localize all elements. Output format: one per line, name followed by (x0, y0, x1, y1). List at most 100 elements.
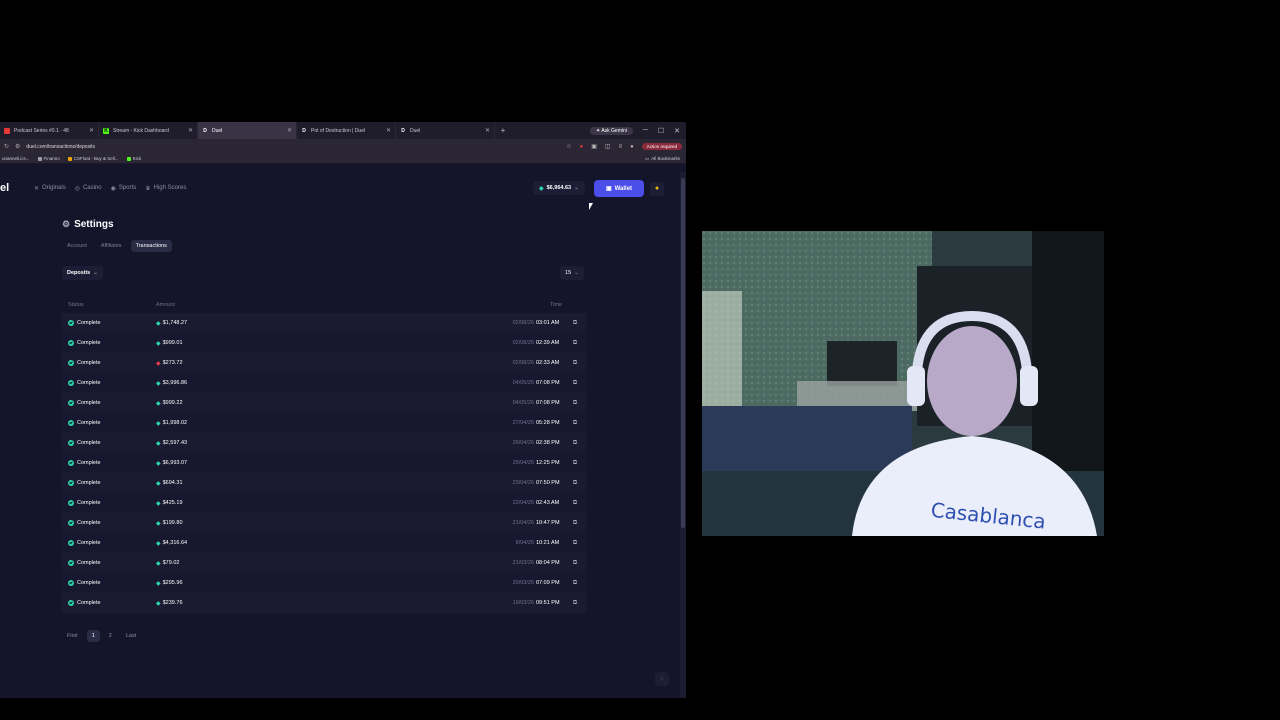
close-icon[interactable]: ✕ (386, 127, 391, 134)
page-last[interactable]: Last (121, 630, 141, 642)
status-cell: Complete (62, 420, 156, 426)
check-circle-icon (68, 380, 74, 386)
table-row: Complete ◆ $199.80 21/04/26 10:47 PM ⧉ (62, 513, 586, 533)
folder-icon: ▭ (644, 155, 650, 161)
close-icon[interactable]: ✕ (485, 127, 490, 134)
balance-selector[interactable]: ◆ $6,964.63 ⌄ (533, 181, 585, 195)
close-icon[interactable]: ✕ (287, 127, 292, 134)
status-text: Complete (77, 600, 101, 606)
table-row: Complete ◆ $1,998.02 27/04/26 05:28 PM ⧉ (62, 413, 586, 433)
coin-icon: ◆ (156, 480, 161, 487)
url-field[interactable]: duel.com/transactions/deposits (26, 144, 560, 150)
minimize-icon[interactable]: ─ (643, 127, 648, 134)
bookmark[interactable]: Finanno (37, 156, 60, 161)
sports-icon: ◉ (110, 185, 116, 192)
amount-cell: ◆ $1,748.27 (156, 320, 504, 327)
table-row: Complete ◆ $425.19 22/04/26 02:43 AM ⧉ (62, 493, 586, 513)
status-text: Complete (77, 480, 101, 486)
external-link-icon[interactable]: ⧉ (564, 560, 586, 567)
ask-gemini-button[interactable]: ✦ Ask Gemini (590, 126, 633, 135)
time-text: 02:33 AM (536, 360, 560, 366)
bookmark[interactable]: unanneli.ics... (2, 156, 30, 161)
x-icon: ✕ (34, 185, 40, 192)
all-bookmarks[interactable]: ▭ All Bookmarks (645, 156, 684, 162)
table-header: Status Amount Time (62, 297, 586, 313)
close-icon[interactable]: ✕ (89, 127, 94, 134)
wallet-button[interactable]: ▣ Wallet (594, 180, 644, 197)
status-text: Complete (77, 420, 101, 426)
status-cell: Complete (62, 480, 156, 486)
external-link-icon[interactable]: ⧉ (564, 540, 586, 547)
per-page-dropdown[interactable]: 15 ⌄ (560, 266, 584, 280)
chat-icon[interactable]: ◌ (655, 672, 669, 686)
user-avatar-icon[interactable]: ● (650, 182, 664, 196)
bookmark[interactable]: Kick (126, 156, 141, 161)
check-circle-icon (68, 480, 74, 486)
puzzle-icon[interactable]: ◫ (605, 143, 611, 150)
page-1[interactable]: 1 (86, 630, 100, 642)
tab-account[interactable]: Account (62, 240, 92, 252)
external-link-icon[interactable]: ⧉ (564, 360, 586, 367)
site-info-icon[interactable]: ⚙ (15, 143, 20, 150)
gear-icon: ⚙ (62, 219, 71, 229)
amount-cell: ◆ $3,996.86 (156, 380, 504, 387)
external-link-icon[interactable]: ⧉ (564, 500, 586, 507)
status-cell: Complete (62, 360, 156, 366)
table-row: Complete ◆ $694.31 23/04/26 07:50 PM ⧉ (62, 473, 586, 493)
profile-icon[interactable]: ● (630, 144, 634, 150)
close-icon[interactable]: ✕ (188, 127, 193, 134)
tab-bar: Podcast Series #0.1 · 48 ✕ K Stream - Ki… (0, 122, 686, 139)
time-text: 10:47 PM (536, 520, 560, 526)
coin-icon: ◆ (156, 540, 161, 547)
nav-sports[interactable]: ◉ Sports (111, 185, 137, 192)
browser-tab-active[interactable]: D Duel ✕ (198, 122, 297, 139)
external-link-icon[interactable]: ⧉ (564, 520, 586, 527)
browser-tab[interactable]: Podcast Series #0.1 · 48 ✕ (0, 122, 99, 139)
external-link-icon[interactable]: ⧉ (564, 420, 586, 427)
time-text: 07:50 PM (536, 480, 560, 486)
all-bookmarks-label: All Bookmarks (651, 156, 680, 161)
nav-casino[interactable]: ◎ Casino (75, 185, 102, 192)
translate-icon[interactable]: ▣ (591, 143, 597, 150)
bookmark[interactable]: CSFloat - Buy & Sell... (67, 156, 119, 161)
coin-icon: ◆ (156, 560, 161, 567)
transactions-table: Status Amount Time Complete ◆ $1,748.27 02/… (62, 297, 586, 613)
scrollbar[interactable] (680, 172, 686, 698)
date-text: 22/04/26 (512, 500, 534, 506)
scrollbar-thumb[interactable] (681, 178, 685, 528)
nav-originals[interactable]: ✕ Originals (34, 185, 66, 192)
browser-tab[interactable]: K Stream - Kick Dashboard ✕ (99, 122, 198, 139)
nav-high-scores[interactable]: ♛ High Scores (145, 185, 186, 192)
close-window-icon[interactable]: ✕ (674, 127, 680, 135)
transaction-type-dropdown[interactable]: Deposits ⌄ (62, 266, 103, 280)
amount-cell: ◆ $1,998.02 (156, 420, 504, 427)
external-link-icon[interactable]: ⧉ (564, 320, 586, 327)
new-tab-button[interactable]: + (495, 126, 511, 135)
page-2[interactable]: 2 (104, 630, 117, 642)
browser-tab[interactable]: D Pot of Destruction | Duel ✕ (297, 122, 396, 139)
external-link-icon[interactable]: ⧉ (564, 440, 586, 447)
amount-cell: ◆ $694.31 (156, 480, 504, 487)
external-link-icon[interactable]: ⧉ (564, 400, 586, 407)
table-row: Complete ◆ $6,993.07 25/04/26 12:25 PM ⧉ (62, 453, 586, 473)
action-required-button[interactable]: Action required (641, 143, 682, 150)
tab-title: Pot of Destruction | Duel (311, 127, 366, 134)
external-link-icon[interactable]: ⧉ (564, 460, 586, 467)
maximize-icon[interactable]: ☐ (658, 127, 664, 135)
external-link-icon[interactable]: ⧉ (564, 600, 586, 607)
star-icon[interactable]: ☆ (566, 143, 571, 150)
site-logo[interactable]: el (0, 182, 14, 194)
extension-icon[interactable]: ● (580, 144, 584, 150)
tab-transactions[interactable]: Transactions (130, 240, 172, 252)
external-link-icon[interactable]: ⧉ (564, 380, 586, 387)
date-text: 8/04/26 (515, 540, 534, 546)
tab-affiliates[interactable]: Affiliates (96, 240, 127, 252)
external-link-icon[interactable]: ⧉ (564, 480, 586, 487)
browser-tab[interactable]: D Duel ✕ (396, 122, 495, 139)
external-link-icon[interactable]: ⧉ (564, 580, 586, 587)
sidebar-icon[interactable]: ≡ (619, 144, 623, 150)
nav-label: Sports (118, 185, 137, 191)
external-link-icon[interactable]: ⧉ (564, 340, 586, 347)
page-first[interactable]: First (62, 630, 83, 642)
reload-icon[interactable]: ↻ (4, 143, 9, 150)
